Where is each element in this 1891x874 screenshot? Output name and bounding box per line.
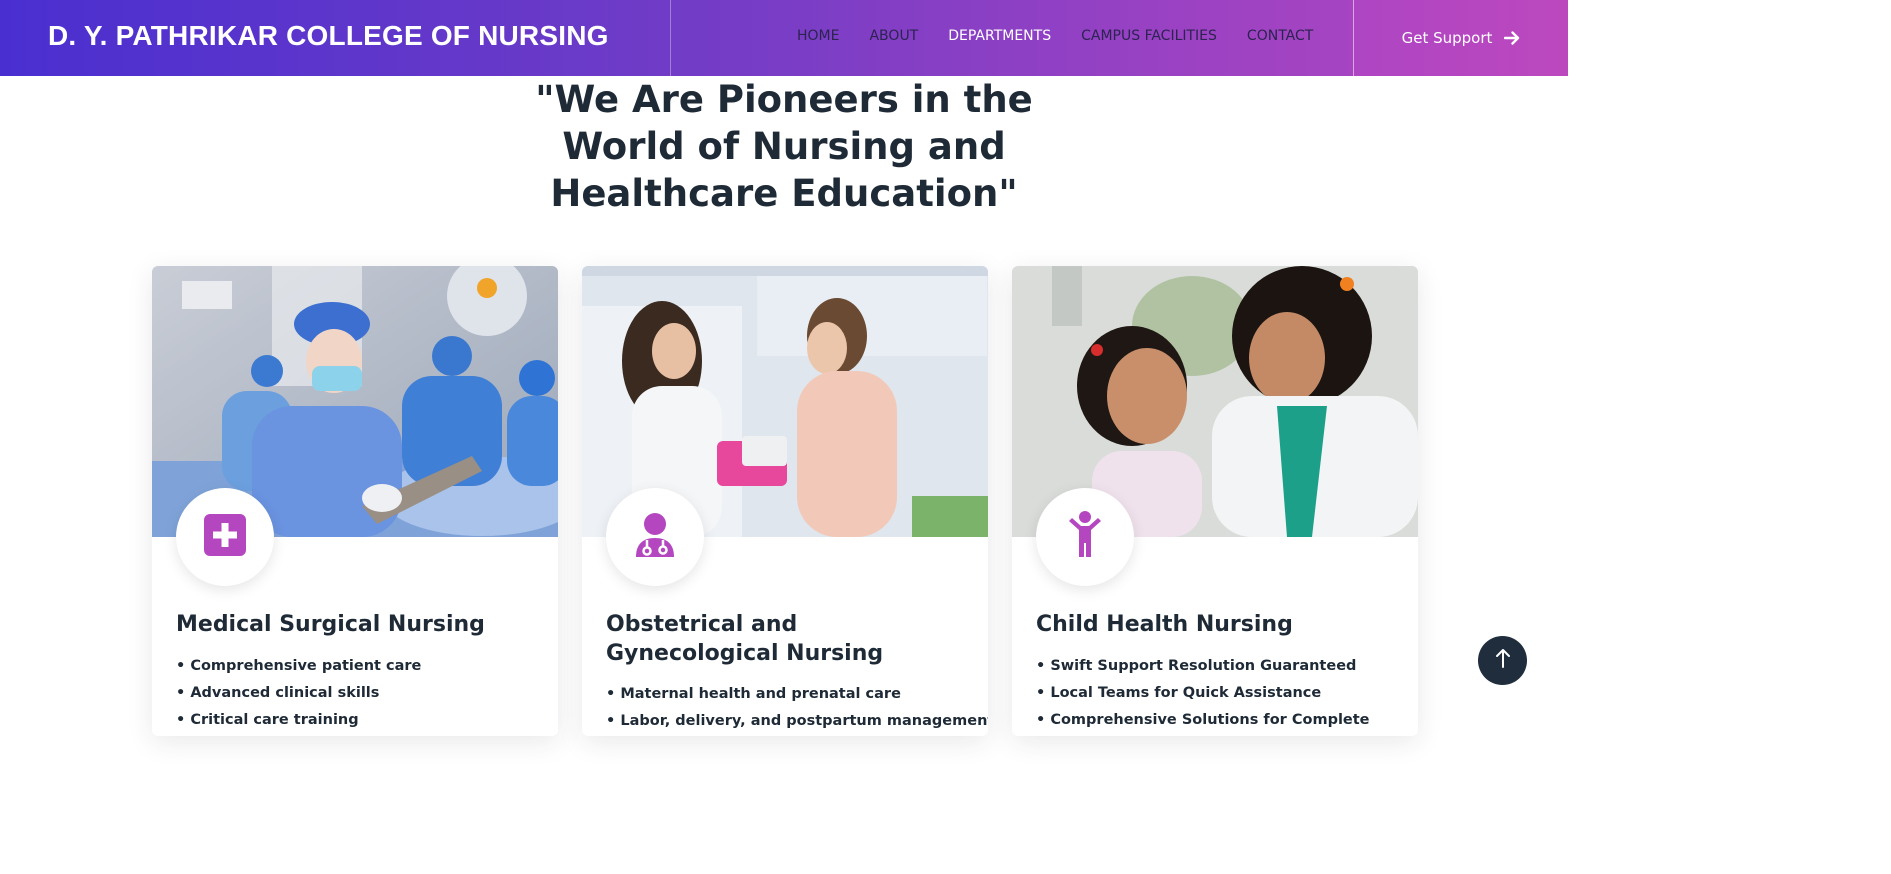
department-icon-badge — [606, 488, 704, 586]
card-feature-list: Maternal health and prenatal care Labor,… — [606, 681, 988, 735]
page-title: "We Are Pioneers in the World of Nursing… — [535, 78, 1033, 215]
nav-contact[interactable]: CONTACT — [1247, 28, 1313, 44]
list-item: Labor, delivery, and postpartum manageme… — [606, 708, 988, 735]
list-item: Critical care training — [176, 707, 546, 734]
card-feature-list: Swift Support Resolution Guaranteed Loca… — [1036, 653, 1406, 734]
card-title: Medical Surgical Nursing — [176, 612, 485, 637]
site-header: D. Y. PATHRIKAR COLLEGE OF NURSING HOME … — [0, 0, 1568, 76]
list-item: Swift Support Resolution Guaranteed — [1036, 653, 1406, 680]
nav-home[interactable]: HOME — [797, 28, 839, 44]
get-support-button[interactable]: Get Support — [1353, 0, 1568, 76]
nav-campus-facilities[interactable]: CAMPUS FACILITIES — [1081, 28, 1217, 44]
department-card-medical-surgical[interactable]: Medical Surgical Nursing Comprehensive p… — [152, 266, 558, 736]
nav-about[interactable]: ABOUT — [869, 28, 918, 44]
list-item: Maternal health and prenatal care — [606, 681, 976, 708]
card-feature-list: Comprehensive patient care Advanced clin… — [176, 653, 546, 734]
list-item: Comprehensive patient care — [176, 653, 546, 680]
doctor-stethoscope-icon — [633, 511, 677, 564]
get-support-label: Get Support — [1401, 29, 1493, 47]
list-item: Local Teams for Quick Assistance — [1036, 680, 1406, 707]
scroll-to-top-button[interactable] — [1478, 636, 1527, 685]
site-logo-text[interactable]: D. Y. PATHRIKAR COLLEGE OF NURSING — [48, 20, 609, 52]
department-icon-badge — [1036, 488, 1134, 586]
card-title: Child Health Nursing — [1036, 612, 1293, 637]
medical-cross-icon — [203, 513, 247, 562]
arrow-up-icon — [1495, 648, 1511, 673]
list-item: Comprehensive Solutions for Complete — [1036, 707, 1406, 734]
card-title: Obstetrical and Gynecological Nursing — [606, 612, 884, 666]
nav-departments[interactable]: DEPARTMENTS — [948, 28, 1051, 44]
list-item: Advanced clinical skills — [176, 680, 546, 707]
department-icon-badge — [176, 488, 274, 586]
child-icon — [1065, 510, 1105, 565]
department-card-child-health[interactable]: Child Health Nursing Swift Support Resol… — [1012, 266, 1418, 736]
header-divider — [670, 0, 671, 76]
main-nav: HOME ABOUT DEPARTMENTS CAMPUS FACILITIES… — [797, 28, 1313, 44]
arrow-right-icon — [1504, 31, 1520, 45]
department-card-obstetrical[interactable]: Obstetrical and Gynecological Nursing Ma… — [582, 266, 988, 736]
